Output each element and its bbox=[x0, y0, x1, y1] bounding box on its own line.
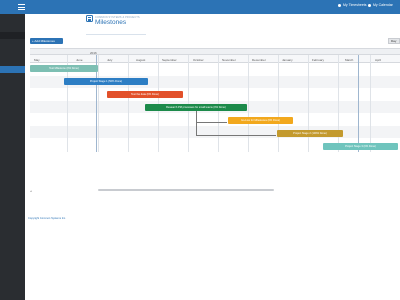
month-gridline bbox=[338, 55, 339, 152]
table-row bbox=[30, 88, 400, 101]
add-milestones-button[interactable]: + Add Milestones bbox=[30, 38, 63, 44]
gantt-chart: 2016 May June July August September Octo… bbox=[30, 48, 400, 192]
sidebar-item-header[interactable] bbox=[0, 32, 25, 39]
month-header: May June July August September October N… bbox=[30, 55, 400, 63]
month-label: May bbox=[34, 57, 40, 62]
month-gridline bbox=[308, 55, 309, 152]
dependency-connector bbox=[196, 111, 197, 122]
month-gridline bbox=[370, 55, 371, 152]
menu-icon[interactable] bbox=[18, 4, 25, 10]
table-row bbox=[30, 125, 400, 138]
copyright-text: Copyright Common Systems Inc. bbox=[28, 217, 66, 220]
gantt-bar[interactable]: Project Stage 3 (0% Done) bbox=[323, 143, 398, 150]
sidebar bbox=[0, 14, 25, 300]
month-label: August bbox=[136, 57, 146, 62]
calendar-icon bbox=[368, 3, 371, 7]
month-gridline bbox=[248, 55, 249, 152]
horizontal-scrollbar[interactable]: ◂ bbox=[30, 188, 400, 193]
brand-logo: COMMON SYSTEMS & PROJECTS Milestones bbox=[86, 15, 146, 35]
month-label: September bbox=[162, 57, 177, 62]
sidebar-item-active[interactable] bbox=[0, 66, 25, 73]
month-label: October bbox=[193, 57, 204, 62]
nav-my-calendar-label: My Calendar bbox=[373, 3, 393, 7]
month-gridline bbox=[278, 55, 279, 152]
nav-my-timesheets-label: My Timesheets bbox=[343, 3, 367, 7]
gantt-bar[interactable]: Project Stage 2 (100% Done) bbox=[277, 130, 343, 137]
timesheets-icon bbox=[338, 3, 341, 7]
milestones-logo-icon bbox=[86, 15, 93, 22]
year-header: 2016 bbox=[30, 48, 400, 55]
month-label: December bbox=[252, 57, 266, 62]
gantt-bar[interactable]: Research PM processes for small teams (0… bbox=[145, 104, 247, 111]
month-label: June bbox=[76, 57, 83, 62]
table-row bbox=[30, 113, 400, 126]
month-gridline bbox=[128, 55, 129, 152]
gantt-bar[interactable]: Test Milestone (0% Done) bbox=[30, 65, 98, 72]
dependency-connector bbox=[196, 121, 197, 135]
top-bar: My Timesheets My Calendar bbox=[0, 0, 400, 14]
month-label: March bbox=[345, 57, 354, 62]
brand-title: Milestones bbox=[95, 19, 127, 26]
gantt-bar[interactable]: Test the data (0% Done) bbox=[107, 91, 183, 98]
month-label: April bbox=[375, 57, 382, 62]
year-label: 2016 bbox=[90, 50, 97, 55]
month-gridline bbox=[98, 55, 99, 152]
nav-my-calendar[interactable]: My Calendar bbox=[368, 3, 393, 7]
month-label: July bbox=[107, 57, 113, 62]
today-marker bbox=[358, 55, 359, 152]
dependency-connector bbox=[196, 134, 276, 135]
month-label: November bbox=[222, 57, 236, 62]
dependency-connector bbox=[196, 121, 227, 122]
gantt-bar[interactable]: Project Stage 1 (50% Done) bbox=[64, 78, 148, 85]
day-view-button[interactable]: Day bbox=[388, 38, 400, 44]
brand-divider bbox=[86, 34, 146, 35]
scroll-left-icon[interactable]: ◂ bbox=[30, 189, 32, 193]
month-label: February bbox=[312, 57, 325, 62]
nav-my-timesheets[interactable]: My Timesheets bbox=[338, 3, 367, 7]
gantt-bar[interactable]: Go-Live for Milestones (0% Done) bbox=[228, 117, 293, 124]
month-label: January bbox=[282, 57, 293, 62]
scrollbar-thumb[interactable] bbox=[98, 189, 274, 191]
